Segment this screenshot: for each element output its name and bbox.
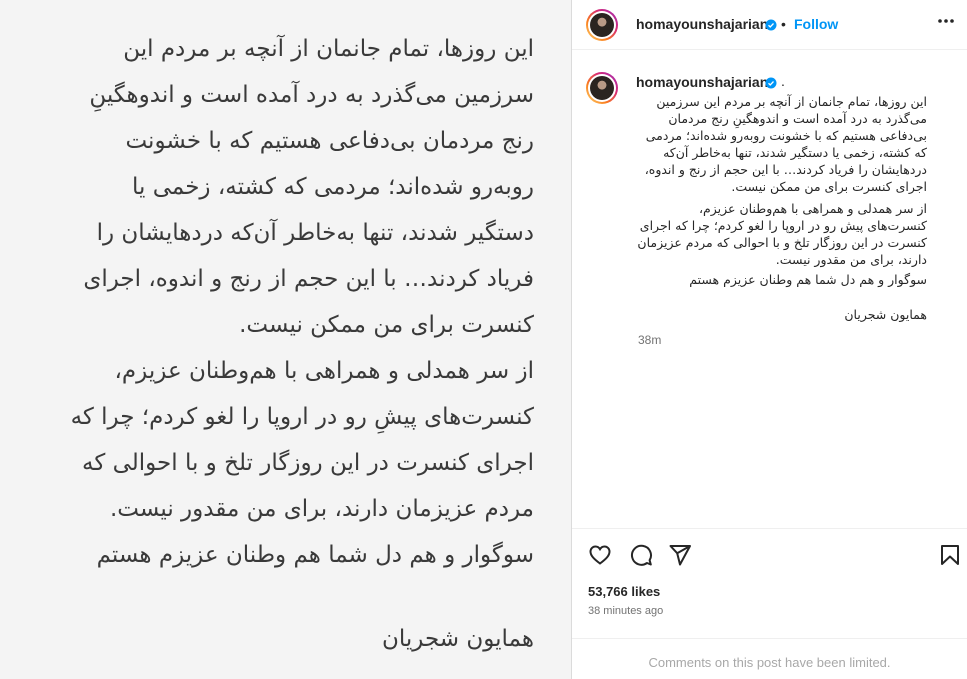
caption-line: می‌گذرد به درد آمده است و اندوهگینِ رنج …	[668, 111, 927, 126]
post-image[interactable]: این روزها، تمام جانمان از آنچه بر مردم ا…	[0, 0, 572, 679]
caption-line: کنسرت‌های پیش رو در اروپا را لغو کردم؛ چ…	[639, 218, 927, 233]
image-text-signature: همایون شجریان	[381, 626, 534, 652]
image-text-line: مردم عزیزمان دارند، برای من مقدور نیست.	[109, 496, 534, 522]
caption-line: از سر همدلی و همراهی با هم‌وطنان عزیزم،	[699, 201, 927, 216]
bookmark-icon[interactable]	[938, 543, 962, 567]
image-text-line: روبه‌رو شده‌اند؛ مردمی که کشته، زخمی یا	[132, 174, 534, 200]
share-icon[interactable]	[668, 543, 692, 567]
image-text-line: کنسرت برای من ممکن نیست.	[239, 312, 534, 338]
avatar[interactable]	[586, 9, 618, 41]
caption-line: دارند، برای من مقدور نیست.	[775, 252, 927, 267]
caption-line: کنسرت در این روزگار تلخ و با احوالی که م…	[637, 235, 927, 250]
image-text-line: این روزها، تمام جانمان از آنچه بر مردم ا…	[123, 36, 534, 62]
caption-line: دردهایشان را فریاد کردند… با این حجم از …	[644, 162, 927, 177]
header-username[interactable]: homayounshajarian	[636, 16, 768, 32]
image-text-line: سوگوار و هم دل شما هم وطنان عزیزم هستم	[96, 542, 534, 568]
post-sidebar: homayounshajarian • Follow homayounshaja…	[572, 0, 967, 679]
caption-line: اجرای کنسرت برای من ممکن نیست.	[731, 179, 927, 194]
more-horizontal-icon[interactable]	[937, 18, 955, 24]
caption-trailing: .	[781, 73, 785, 89]
image-text-line: اجرای کنسرت در این روزگار تلخ و با احوال…	[82, 450, 534, 476]
image-text-line: دستگیر شدند، تنها به‌خاطر آن‌که دردهایشا…	[96, 220, 534, 246]
verified-badge-icon	[765, 19, 777, 31]
action-bar: 53,766 likes 38 minutes ago Comments on …	[572, 528, 967, 679]
image-text-line: از سر همدلی و همراهی با هم‌وطنان عزیزم،	[114, 358, 535, 384]
posted-time[interactable]: 38 minutes ago	[588, 605, 663, 617]
caption-line: که کشته، زخمی یا دستگیر شدند، تنها به‌خا…	[663, 145, 927, 160]
caption-avatar[interactable]	[586, 72, 618, 104]
likes-count[interactable]: 53,766 likes	[588, 584, 660, 599]
post-header: homayounshajarian • Follow	[572, 0, 967, 50]
caption-line: این روزها، تمام جانمان از آنچه بر مردم ا…	[656, 94, 927, 109]
separator-dot: •	[781, 16, 786, 32]
follow-button[interactable]: Follow	[794, 16, 838, 32]
caption-line: بی‌دفاعی هستیم که با خشونت روبه‌رو شده‌ا…	[645, 128, 927, 143]
heart-icon[interactable]	[588, 543, 612, 567]
image-text-line: فریاد کردند… با این حجم از رنج و اندوه، …	[83, 266, 534, 292]
image-text-line: سرزمین می‌گذرد به درد آمده است و اندوهگی…	[89, 82, 534, 108]
caption-username[interactable]: homayounshajarian	[636, 74, 768, 90]
comments-limited-notice: Comments on this post have been limited.	[648, 655, 891, 670]
caption-line: سوگوار و هم دل شما هم وطنان عزیزم هستم	[689, 272, 927, 287]
comment-icon[interactable]	[629, 543, 653, 567]
caption-verified-badge-icon	[765, 77, 777, 89]
caption-signature: همایون شجریان	[844, 307, 927, 322]
divider	[572, 638, 967, 639]
image-text-line: رنج مردمان بی‌دفاعی هستیم که با خشونت	[125, 128, 534, 154]
image-text-line: کنسرت‌های پیشِ رو در اروپا را لغو کردم؛ …	[70, 404, 534, 430]
caption-timestamp[interactable]: 38m	[638, 333, 661, 347]
